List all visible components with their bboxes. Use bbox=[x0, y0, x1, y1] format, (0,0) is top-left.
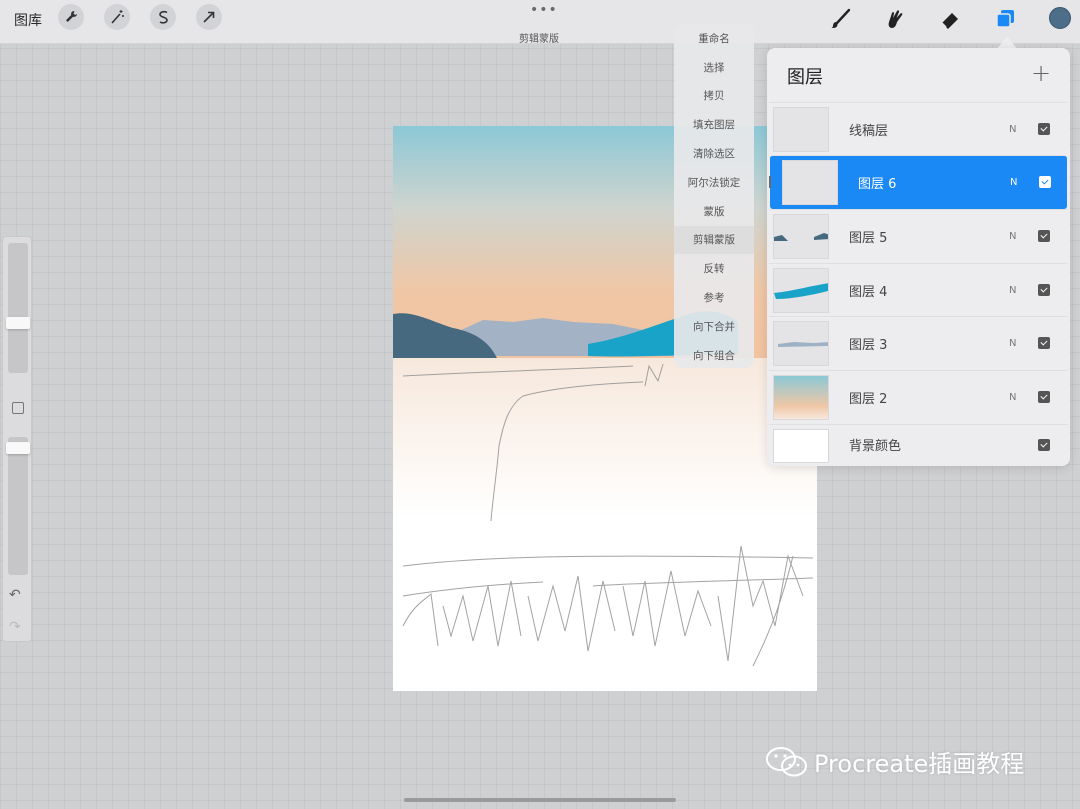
layer-options-menu: 重命名 选择 拷贝 填充图层 清除选区 阿尔法锁定 蒙版 剪辑蒙版 反转 参考 … bbox=[674, 24, 754, 368]
menu-item-reference[interactable]: 参考 bbox=[674, 283, 754, 312]
top-toolbar: 图库 ••• 剪辑蒙版 bbox=[0, 0, 1080, 45]
eraser-icon bbox=[941, 13, 958, 29]
layers-tool-button[interactable] bbox=[992, 6, 1018, 32]
layer-name: 图层 4 bbox=[849, 284, 888, 300]
layer-thumbnail bbox=[782, 160, 838, 205]
layer-visibility-checkbox[interactable] bbox=[1038, 123, 1050, 136]
layer-thumbnail bbox=[773, 321, 829, 366]
layer-name: 图层 5 bbox=[849, 230, 888, 246]
redo-icon[interactable]: ↷ bbox=[9, 619, 21, 635]
layer-row-layer-2[interactable]: 图层 2 N bbox=[769, 370, 1068, 424]
color-swatch-button[interactable] bbox=[1049, 7, 1071, 29]
menu-item-invert[interactable]: 反转 bbox=[674, 254, 754, 283]
modify-button[interactable] bbox=[12, 402, 24, 414]
undo-icon[interactable]: ↶ bbox=[9, 587, 21, 603]
brush-tool-button[interactable] bbox=[828, 6, 854, 32]
layer-visibility-checkbox[interactable] bbox=[1038, 391, 1050, 404]
layer-blend-mode[interactable]: N bbox=[1009, 285, 1016, 296]
layer-name: 图层 2 bbox=[849, 391, 888, 407]
layers-panel: 图层 + 线稿层 N 图层 6 N 图层 5 N 图层 4 N 图层 3 N 图… bbox=[767, 48, 1070, 466]
layer-name: 线稿层 bbox=[849, 123, 889, 139]
layer-5-thumb-art bbox=[774, 233, 828, 241]
layer-row-layer-6[interactable]: 图层 6 N bbox=[769, 155, 1067, 209]
layer-row-layer-5[interactable]: 图层 5 N bbox=[769, 209, 1068, 263]
layer-blend-mode[interactable]: N bbox=[1009, 124, 1016, 135]
menu-item-select[interactable]: 选择 bbox=[674, 53, 754, 82]
eraser-tool-button[interactable] bbox=[937, 6, 963, 32]
layer-row-lineart[interactable]: 线稿层 N bbox=[769, 102, 1068, 156]
layer-name: 背景颜色 bbox=[849, 439, 902, 454]
menu-item-alpha-lock[interactable]: 阿尔法锁定 bbox=[674, 168, 754, 197]
layer-visibility-checkbox[interactable] bbox=[1038, 230, 1050, 243]
opacity-slider[interactable] bbox=[8, 437, 28, 575]
opacity-handle[interactable] bbox=[6, 442, 30, 454]
layer-blend-mode[interactable]: N bbox=[1010, 177, 1017, 188]
menu-item-clipping-mask[interactable]: 剪辑蒙版 bbox=[674, 225, 754, 255]
layer-blend-mode[interactable]: N bbox=[1009, 338, 1016, 349]
more-dots[interactable]: ••• bbox=[530, 2, 558, 18]
menu-item-merge-down[interactable]: 向下合并 bbox=[674, 312, 754, 341]
add-layer-button[interactable]: + bbox=[1031, 59, 1051, 87]
fog-area bbox=[393, 358, 817, 518]
transform-button[interactable] bbox=[196, 4, 222, 30]
menu-item-mask[interactable]: 蒙版 bbox=[674, 197, 754, 226]
layer-name: 图层 6 bbox=[858, 176, 897, 192]
layer-thumbnail bbox=[773, 375, 829, 420]
adjustments-wand-button[interactable] bbox=[104, 4, 130, 30]
layer-visibility-checkbox[interactable] bbox=[1038, 438, 1050, 451]
brush-icon bbox=[831, 8, 851, 28]
menu-item-fill-layer[interactable]: 填充图层 bbox=[674, 110, 754, 139]
watermark: Procreate插画教程 bbox=[764, 744, 1024, 779]
layers-panel-title: 图层 bbox=[787, 67, 823, 88]
layer-blend-mode[interactable]: N bbox=[1009, 392, 1016, 403]
layer-thumbnail bbox=[773, 107, 829, 152]
current-mode-label: 剪辑蒙版 bbox=[519, 34, 559, 45]
layer-thumbnail bbox=[773, 268, 829, 313]
brush-size-handle[interactable] bbox=[6, 317, 30, 329]
menu-item-combine-down[interactable]: 向下组合 bbox=[674, 341, 754, 370]
menu-item-clear-selection[interactable]: 清除选区 bbox=[674, 139, 754, 168]
selection-button[interactable] bbox=[150, 4, 176, 30]
layer-row-layer-4[interactable]: 图层 4 N bbox=[769, 263, 1068, 317]
layer-3-thumb-art bbox=[778, 342, 828, 347]
layer-thumbnail bbox=[773, 214, 829, 259]
brush-size-slider[interactable] bbox=[8, 243, 28, 373]
smudge-hand-icon bbox=[888, 10, 903, 28]
transform-arrow-icon bbox=[203, 11, 215, 23]
layer-row-background-color[interactable]: 背景颜色 bbox=[769, 424, 1068, 464]
left-sidebar: ↶ ↷ bbox=[2, 236, 32, 642]
layer-name: 图层 3 bbox=[849, 337, 888, 353]
layer-visibility-checkbox[interactable] bbox=[1038, 284, 1050, 297]
magic-wand-icon bbox=[111, 10, 124, 24]
watermark-text: Procreate插画教程 bbox=[814, 750, 1025, 778]
layer-visibility-checkbox[interactable] bbox=[1038, 337, 1050, 350]
actions-wrench-button[interactable] bbox=[58, 4, 84, 30]
menu-item-rename[interactable]: 重命名 bbox=[674, 24, 754, 53]
gallery-button[interactable]: 图库 bbox=[14, 10, 42, 30]
smudge-tool-button[interactable] bbox=[882, 6, 908, 32]
selection-s-icon bbox=[159, 10, 168, 24]
layer-visibility-checkbox[interactable] bbox=[1039, 176, 1051, 189]
menu-item-copy[interactable]: 拷贝 bbox=[674, 82, 754, 111]
home-indicator[interactable] bbox=[404, 798, 676, 802]
clipping-indicator bbox=[769, 176, 771, 189]
wechat-logo-icon bbox=[766, 746, 807, 776]
layers-icon bbox=[996, 10, 1014, 28]
wrench-icon bbox=[66, 11, 77, 22]
layer-blend-mode[interactable]: N bbox=[1009, 231, 1016, 242]
layer-row-layer-3[interactable]: 图层 3 N bbox=[769, 316, 1068, 370]
layer-4-thumb-art bbox=[774, 283, 828, 299]
layer-thumbnail bbox=[773, 429, 829, 463]
